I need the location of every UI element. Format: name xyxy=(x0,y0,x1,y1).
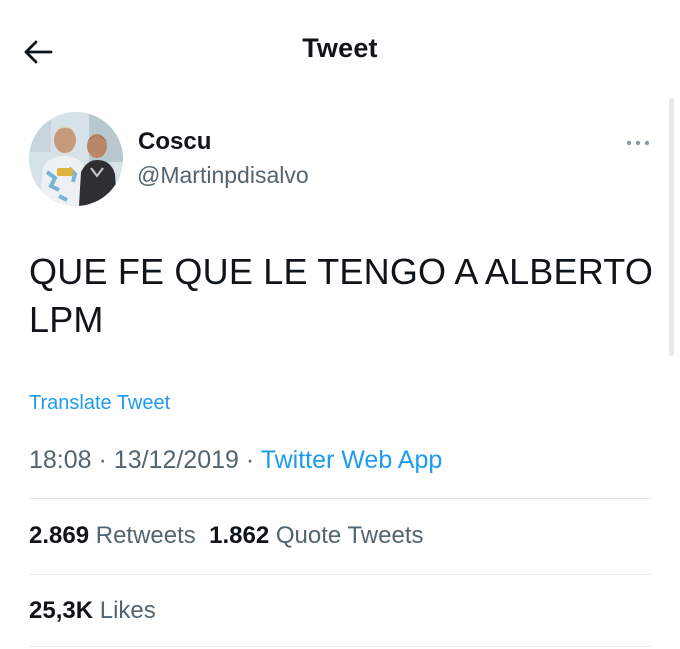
page-title: Tweet xyxy=(302,33,378,63)
meta-separator: · xyxy=(98,446,107,474)
user-handle[interactable]: @Martinpdisalvo xyxy=(137,162,309,189)
avatar[interactable] xyxy=(29,112,123,206)
tweet-date[interactable]: 13/12/2019 xyxy=(114,446,239,474)
engagement-row: 2.869 Retweets 1.862 Quote Tweets xyxy=(29,522,424,550)
retweets-stat[interactable]: 2.869 Retweets xyxy=(29,522,196,549)
more-options-button[interactable] xyxy=(618,128,658,158)
tweet-text: QUE FE QUE LE TENGO A ALBERTO LPM xyxy=(29,251,654,340)
quote-tweets-label: Quote Tweets xyxy=(275,522,424,549)
divider xyxy=(29,498,652,499)
retweets-label: Retweets xyxy=(95,522,196,549)
likes-label: Likes xyxy=(99,597,156,624)
translate-tweet-link[interactable]: Translate Tweet xyxy=(29,392,170,415)
scrollbar[interactable] xyxy=(669,98,674,356)
meta-separator: · xyxy=(245,446,255,474)
likes-count: 25,3K xyxy=(29,597,94,624)
likes-row: 25,3K Likes xyxy=(29,597,156,625)
display-name[interactable]: Coscu xyxy=(138,128,211,156)
likes-stat[interactable]: 25,3K Likes xyxy=(29,597,156,624)
quote-tweets-stat[interactable]: 1.862 Quote Tweets xyxy=(209,522,423,549)
divider xyxy=(29,646,652,647)
divider xyxy=(29,574,652,575)
tweet-source-link[interactable]: Twitter Web App xyxy=(261,446,443,474)
tweet-metadata: 18:08 · 13/12/2019 · Twitter Web App xyxy=(29,446,442,475)
top-bar: Tweet xyxy=(0,0,680,100)
retweets-count: 2.869 xyxy=(29,522,90,549)
more-horizontal-icon xyxy=(626,140,650,146)
tweet-time[interactable]: 18:08 xyxy=(29,446,92,474)
quote-tweets-count: 1.862 xyxy=(209,522,270,549)
profile-photo xyxy=(29,112,123,206)
